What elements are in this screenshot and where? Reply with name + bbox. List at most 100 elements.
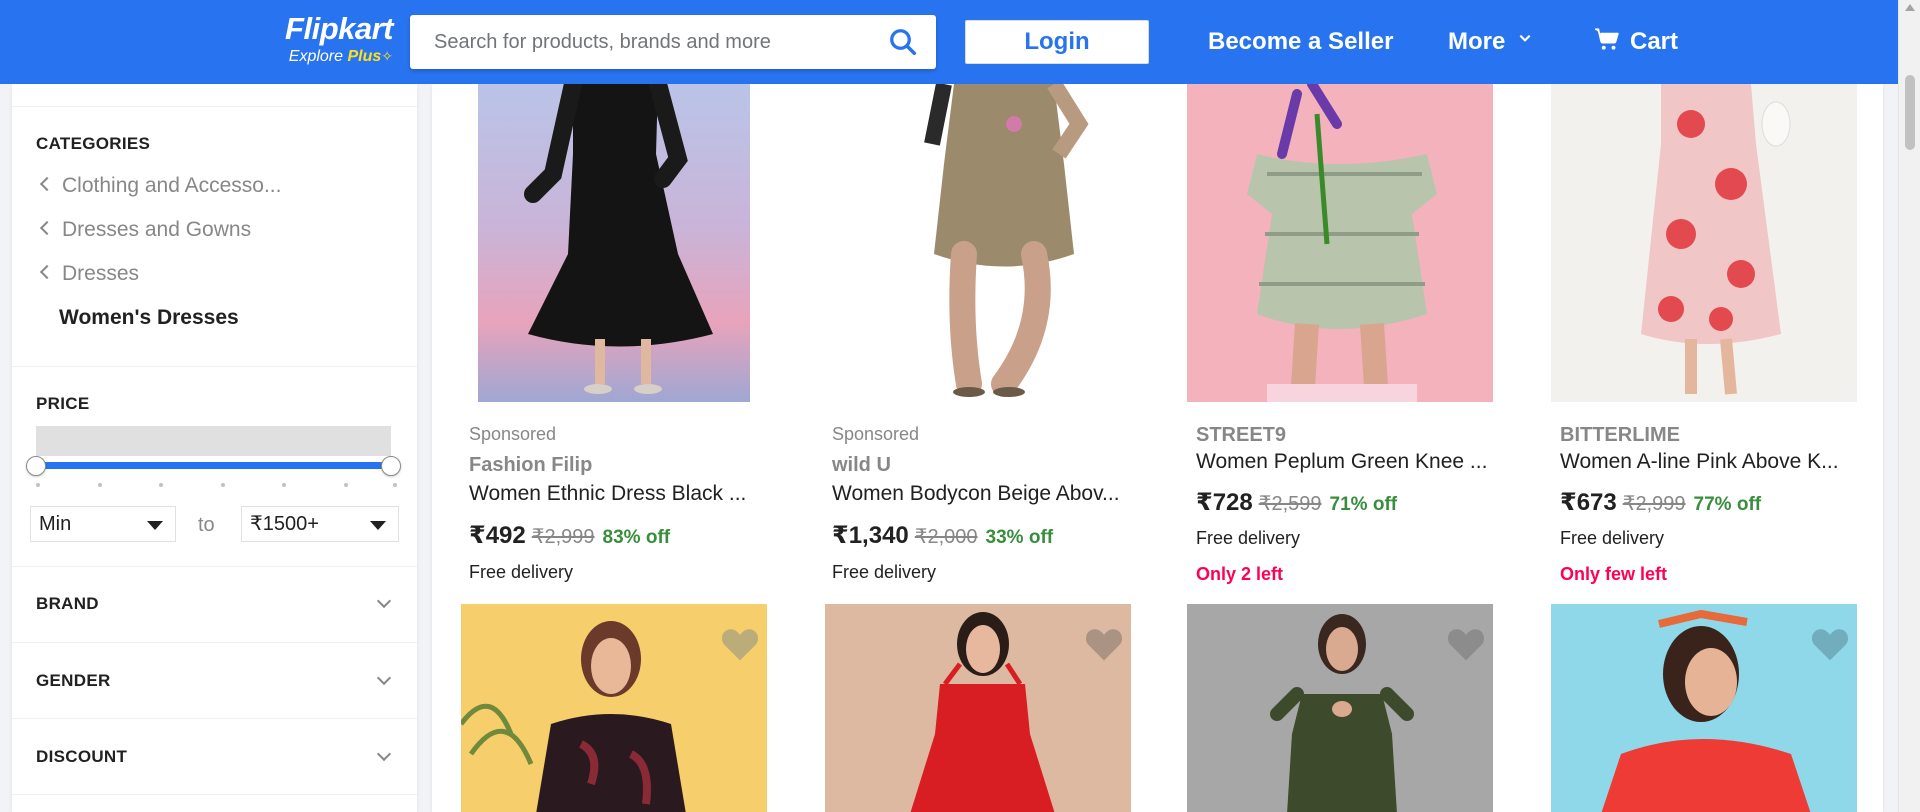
filter-sidebar: CATEGORIES Clothing and Accesso... Dress… [12, 84, 417, 812]
filter-gender[interactable]: GENDER [12, 643, 417, 719]
product-mrp: ₹2,999 [531, 526, 595, 548]
product-image[interactable] [1551, 84, 1857, 402]
price-row: ₹492 ₹2,999 83% off [469, 521, 670, 550]
filter-brand-label: BRAND [36, 594, 99, 613]
product-brand: STREET9 [1196, 424, 1287, 446]
delivery-info: Free delivery [1196, 528, 1301, 548]
product-brand: Fashion Filip [469, 454, 593, 476]
logo-plus: Plus [347, 48, 382, 65]
become-seller-link[interactable]: Become a Seller [1208, 26, 1393, 58]
product-title[interactable]: Women Ethnic Dress Black ... [469, 482, 746, 506]
chevron-left-icon [39, 220, 55, 236]
product-price: ₹728 [1196, 489, 1253, 516]
price-slider-min-handle[interactable] [26, 456, 46, 476]
logo-subtitle: Explore Plus✧ [288, 48, 393, 65]
price-max-select[interactable]: ₹1500+ [241, 506, 399, 542]
chevron-down-icon [376, 746, 392, 762]
sponsored-label: Sponsored [832, 424, 920, 444]
price-slider-max-handle[interactable] [381, 456, 401, 476]
product-discount: 83% off [602, 527, 671, 548]
category-link-dresses[interactable]: Dresses [36, 262, 139, 286]
price-heading: PRICE [36, 394, 90, 413]
product-image[interactable] [844, 84, 1144, 402]
delivery-info: Free delivery [1560, 528, 1665, 548]
product-title[interactable]: Women Peplum Green Knee ... [1196, 450, 1487, 474]
current-category: Women's Dresses [59, 306, 239, 329]
flipkart-logo[interactable]: Flipkart Explore Plus✧ [278, 12, 393, 68]
dress-figure [524, 84, 713, 394]
price-row: ₹1,340 ₹2,000 33% off [832, 521, 1053, 550]
scroll-up-arrow[interactable] [1905, 4, 1915, 11]
category-link-clothing[interactable]: Clothing and Accesso... [36, 174, 281, 198]
page-scrollbar[interactable] [1898, 0, 1920, 812]
product-title[interactable]: Women A-line Pink Above K... [1560, 450, 1839, 474]
search-bar [410, 15, 936, 69]
slider-step-dot [221, 483, 225, 487]
sponsored-label: Sponsored [469, 424, 557, 444]
product-mrp: ₹2,999 [1622, 493, 1686, 515]
price-row: ₹673 ₹2,999 77% off [1560, 488, 1761, 517]
slider-step-dot [98, 483, 102, 487]
product-brand: wild U [832, 454, 891, 476]
scroll-thumb[interactable] [1905, 75, 1915, 150]
logo-text: Flipkart [285, 11, 393, 46]
search-icon[interactable] [888, 27, 918, 57]
more-menu[interactable]: More [1448, 26, 1532, 58]
dress-figure [1641, 84, 1791, 395]
heart-icon[interactable] [720, 626, 760, 662]
chevron-down-icon [376, 670, 392, 686]
product-image[interactable] [478, 84, 750, 402]
divider [12, 106, 417, 107]
top-header: Flipkart Explore Plus✧ Login Become a Se… [0, 0, 1898, 84]
chevron-left-icon [39, 264, 55, 280]
chevron-down-icon [1519, 34, 1531, 42]
login-button[interactable]: Login [965, 20, 1149, 64]
divider [12, 794, 417, 795]
product-discount: 33% off [985, 527, 1054, 548]
product-title[interactable]: Women Bodycon Beige Abov... [832, 482, 1120, 506]
chevron-left-icon [39, 176, 55, 192]
heart-icon[interactable] [1810, 626, 1850, 662]
product-price: ₹492 [469, 522, 526, 549]
price-histogram [36, 426, 391, 456]
heart-icon[interactable] [1084, 626, 1124, 662]
category-link-dresses-gowns[interactable]: Dresses and Gowns [36, 218, 251, 242]
slider-step-dot [282, 483, 286, 487]
product-brand: BITTERLIME [1560, 424, 1680, 446]
filter-discount-label: DISCOUNT [36, 747, 128, 766]
slider-step-dot [36, 483, 40, 487]
dropdown-arrow-icon [370, 521, 386, 530]
cart-label: Cart [1630, 28, 1679, 55]
product-mrp: ₹2,599 [1258, 493, 1322, 515]
filter-gender-label: GENDER [36, 671, 111, 690]
cart-link[interactable]: Cart [1594, 26, 1678, 58]
product-discount: 77% off [1693, 494, 1762, 515]
slider-step-dot [159, 483, 163, 487]
dress-figure [1247, 84, 1437, 402]
product-price: ₹1,340 [832, 522, 909, 549]
dropdown-arrow-icon [147, 521, 163, 530]
plus-star-icon: ✧ [381, 48, 393, 64]
price-slider-track[interactable] [36, 462, 391, 469]
delivery-info: Free delivery [832, 562, 937, 582]
search-input[interactable] [434, 29, 874, 55]
slider-step-dot [393, 483, 397, 487]
product-image[interactable] [1187, 84, 1493, 402]
filter-brand[interactable]: BRAND [12, 566, 417, 642]
price-to-label: to [198, 514, 215, 536]
product-mrp: ₹2,000 [914, 526, 978, 548]
dress-figure [924, 84, 1089, 397]
price-min-value: Min [39, 513, 72, 535]
heart-icon[interactable] [1446, 626, 1486, 662]
chevron-down-icon [376, 593, 392, 609]
price-min-select[interactable]: Min [30, 506, 176, 542]
filter-discount[interactable]: DISCOUNT [12, 719, 417, 795]
product-price: ₹673 [1560, 489, 1617, 516]
price-row: ₹728 ₹2,599 71% off [1196, 488, 1397, 517]
price-max-value: ₹1500+ [250, 513, 319, 535]
product-grid: Sponsored Fashion Filip Women Ethnic Dre… [432, 84, 1883, 812]
categories-heading: CATEGORIES [36, 134, 151, 153]
stock-status: Only few left [1560, 564, 1668, 584]
more-label: More [1448, 28, 1506, 55]
divider [12, 366, 417, 367]
